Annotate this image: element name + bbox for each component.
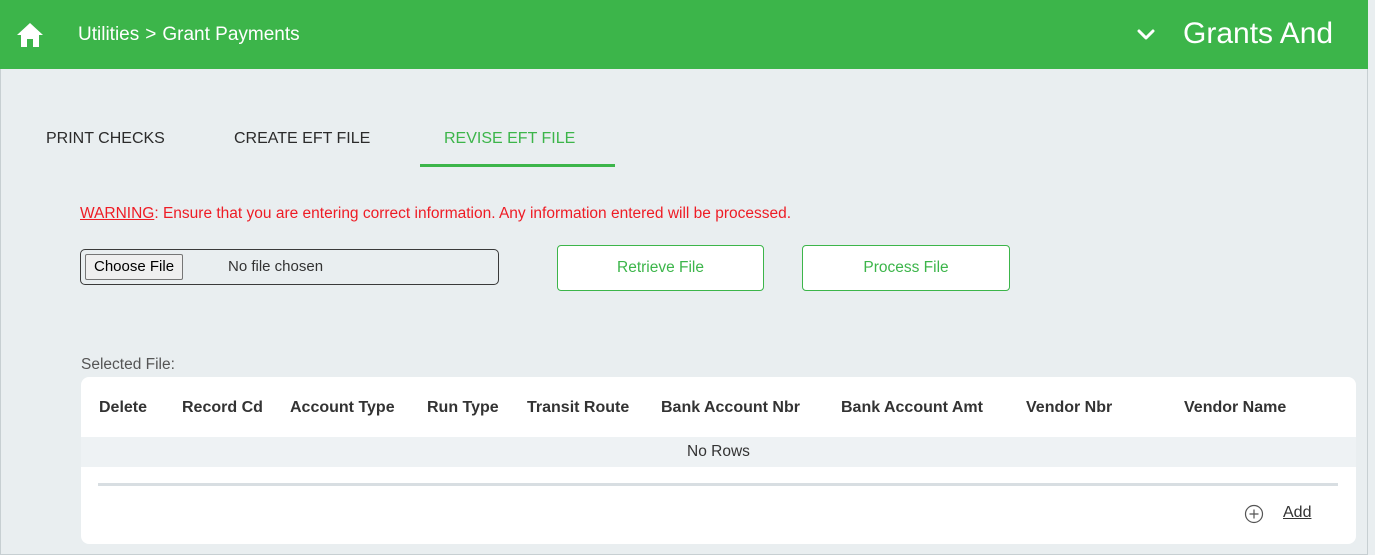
choose-file-button[interactable]: Choose File (85, 254, 184, 280)
column-header-vendor-name[interactable]: Vendor Name (1184, 397, 1286, 419)
column-header-vendor-nbr[interactable]: Vendor Nbr (1026, 397, 1112, 419)
warning-label: WARNING (80, 205, 155, 222)
eft-grid: Delete Record Cd Account Type Run Type T… (81, 377, 1356, 544)
column-header-delete[interactable]: Delete (99, 397, 147, 419)
warning-text: : Ensure that you are entering correct i… (154, 205, 792, 222)
no-rows-text: No Rows (687, 443, 750, 460)
file-input[interactable]: Choose File No file chosen (80, 249, 499, 285)
grid-header: Delete Record Cd Account Type Run Type T… (81, 377, 1356, 437)
empty-row: No Rows (81, 437, 1356, 467)
tab-create-eft-file[interactable]: CREATE EFT FILE (234, 117, 370, 167)
column-header-bank-account-amt[interactable]: Bank Account Amt (841, 397, 983, 419)
process-file-button[interactable]: Process File (802, 245, 1010, 291)
top-bar: Utilities > Grant Payments Grants And (0, 0, 1368, 69)
module-title[interactable]: Grants And (1183, 14, 1333, 54)
selected-file-label: Selected File: (81, 356, 175, 373)
breadcrumb-grant-payments: Grant Payments (162, 24, 300, 45)
breadcrumb-utilities[interactable]: Utilities (78, 24, 139, 45)
column-header-run-type[interactable]: Run Type (427, 397, 499, 419)
add-row-link[interactable]: Add (1283, 502, 1311, 524)
tab-revise-eft-file[interactable]: REVISE EFT FILE (420, 117, 615, 167)
add-circle-icon[interactable] (1244, 504, 1264, 524)
column-header-transit-route[interactable]: Transit Route (527, 397, 629, 419)
breadcrumb-separator: > (145, 24, 157, 45)
tab-print-checks[interactable]: PRINT CHECKS (46, 117, 165, 167)
warning-message: WARNING: Ensure that you are entering co… (80, 203, 791, 225)
home-icon[interactable] (10, 18, 50, 52)
column-header-account-type[interactable]: Account Type (290, 397, 395, 419)
breadcrumb: Utilities > Grant Payments (78, 22, 300, 48)
file-status: No file chosen (228, 258, 324, 275)
retrieve-file-button[interactable]: Retrieve File (557, 245, 764, 291)
column-header-record-cd[interactable]: Record Cd (182, 397, 263, 419)
grid-divider (98, 483, 1338, 486)
column-header-bank-account-nbr[interactable]: Bank Account Nbr (661, 397, 800, 419)
chevron-down-icon[interactable] (1134, 19, 1158, 51)
